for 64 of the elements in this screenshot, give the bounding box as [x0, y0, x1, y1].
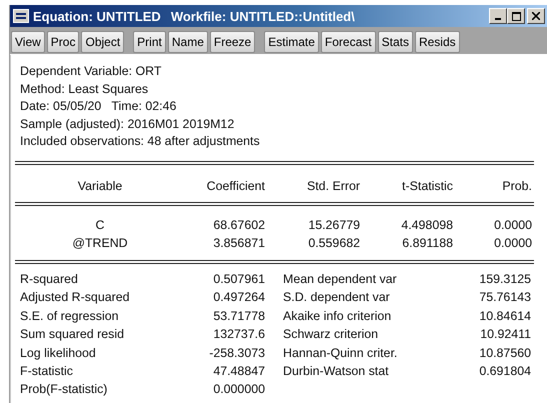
table-cell-text: 15.26779: [307, 216, 360, 234]
statistic-value: 0.497264: [212, 289, 265, 306]
maximize-icon: [512, 12, 520, 20]
table-cell-text: @TREND: [71, 234, 129, 252]
table-cell-text: 0.559682: [307, 234, 360, 252]
statistic-value: 47.48847: [212, 363, 265, 380]
table-cell-text: 6.891188: [401, 234, 453, 252]
toolbar-button[interactable]: Freeze: [210, 31, 256, 53]
statistic-label: F-statistic: [20, 363, 74, 380]
header-line: Date: 05/05/20 Time: 02:46: [20, 98, 176, 116]
column-header: Prob.: [501, 178, 532, 193]
close-icon: [532, 12, 540, 20]
table-cell-text: 68.67602: [212, 216, 265, 234]
table-cell-text: 3.856871: [212, 234, 265, 252]
statistic-label: Mean dependent var: [283, 270, 398, 288]
statistic-label: Log likelihood: [20, 344, 97, 362]
statistic-value: 159.3125: [478, 270, 531, 288]
statistic-label: Prob(F-statistic): [20, 381, 108, 398]
toolbar-button[interactable]: Print: [133, 31, 166, 53]
table-cell-text: 0.0000: [493, 216, 532, 234]
toolbar-button[interactable]: Estimate: [264, 31, 319, 53]
column-header: t-Statistic: [401, 178, 453, 193]
toolbar-button[interactable]: View: [11, 31, 45, 53]
statistic-value: 10.87560: [478, 344, 531, 362]
toolbar-button[interactable]: Forecast: [320, 31, 376, 53]
statistic-label: Sum squared resid: [20, 326, 125, 344]
statistic-label: Hannan-Quinn criter.: [283, 344, 398, 362]
column-header: Variable: [76, 178, 124, 193]
statistic-label: Durbin-Watson stat: [283, 363, 390, 380]
toolbar-button[interactable]: Object: [81, 31, 124, 53]
table-cell-text: 4.498098: [400, 216, 453, 234]
statistic-value: 53.71778: [212, 308, 265, 325]
header-line: Sample (adjusted): 2016M01 2019M12: [20, 116, 234, 133]
statistic-value: 10.84614: [478, 308, 531, 325]
statistic-label: S.D. dependent var: [283, 289, 391, 306]
toolbar-button[interactable]: Resids: [414, 31, 460, 53]
window-title: Equation: UNTITLED: [33, 8, 161, 24]
toolbar-button[interactable]: Proc: [46, 31, 80, 53]
statistic-value: 0.507961: [212, 270, 265, 288]
header-line: Dependent Variable: ORT: [20, 63, 162, 80]
minimize-button[interactable]: [489, 8, 507, 24]
toolbar-button[interactable]: Stats: [378, 31, 413, 53]
toolbar-button[interactable]: Name: [168, 31, 208, 53]
statistic-value: 10.92411: [479, 326, 531, 344]
statistic-value: 0.000000: [212, 381, 265, 398]
table-cell-text: C: [94, 216, 106, 234]
statistic-label: Adjusted R-squared: [20, 289, 131, 306]
close-button[interactable]: [527, 8, 545, 24]
statistic-value: 132737.6: [212, 326, 265, 344]
table-cell-text: 0.0000: [493, 234, 532, 252]
statistic-label: S.E. of regression: [20, 308, 120, 325]
statistic-label: Akaike info criterion: [283, 308, 392, 325]
statistic-value: -258.3073: [208, 344, 265, 362]
header-line: Method: Least Squares: [20, 80, 148, 98]
column-header: Std. Error: [306, 178, 360, 193]
header-line: Included observations: 48 after adjustments: [20, 133, 260, 150]
statistic-value: 0.691804: [478, 363, 531, 380]
column-header: Coefficient: [206, 178, 265, 193]
window-menu-icon[interactable]: [13, 9, 29, 23]
statistic-label: R-squared: [20, 270, 79, 288]
statistic-value: 75.76143: [478, 289, 531, 306]
statistic-label: Schwarz criterion: [283, 326, 380, 344]
workfile-title: Workfile: UNTITLED::Untitled\: [170, 8, 355, 24]
maximize-button[interactable]: [507, 8, 525, 24]
